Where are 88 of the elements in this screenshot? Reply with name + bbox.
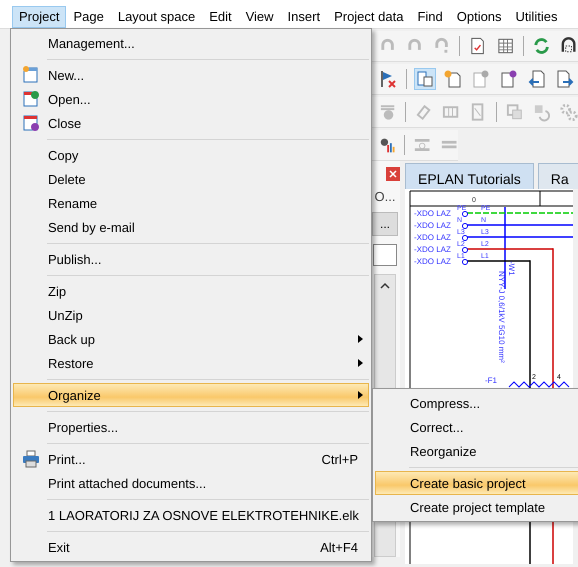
menu-item[interactable]: UnZip bbox=[13, 303, 369, 327]
terminal-label: -XDO LAZ bbox=[414, 221, 451, 230]
menu-item[interactable]: Print attached documents... bbox=[13, 471, 369, 495]
menu-item-label: Publish... bbox=[48, 252, 102, 266]
terminal-label: -XDO LAZ bbox=[414, 257, 451, 266]
menu-bar-item[interactable]: Layout space bbox=[110, 6, 202, 28]
menu-bar-item[interactable]: Page bbox=[66, 6, 111, 28]
menu-bar-item[interactable]: Project bbox=[12, 6, 66, 28]
shortcut-text: Ctrl+P bbox=[322, 452, 359, 466]
menu-item-label: Create project template bbox=[410, 500, 546, 514]
terminal-label: -XDO LAZ bbox=[414, 245, 451, 254]
menu-item[interactable]: Restore bbox=[13, 351, 369, 375]
panel-text: O... bbox=[374, 189, 396, 204]
menu-bar-item[interactable]: Edit bbox=[202, 6, 239, 28]
pages-icon[interactable] bbox=[415, 69, 435, 89]
menu-item-label: New... bbox=[48, 68, 86, 82]
open-page-icon[interactable] bbox=[471, 69, 491, 89]
menu-item-label: Copy bbox=[48, 148, 80, 162]
menu-item-label: Compress... bbox=[410, 396, 482, 410]
menu-item[interactable]: Copy bbox=[13, 143, 369, 167]
menu-item-label: Open... bbox=[48, 92, 92, 106]
device-label: -F1 bbox=[485, 376, 497, 385]
next-page-icon[interactable] bbox=[555, 69, 575, 89]
printer-icon bbox=[21, 449, 41, 469]
menu-item[interactable]: Properties... bbox=[13, 415, 369, 439]
input-field[interactable] bbox=[373, 244, 397, 266]
menu-item-label: Exit bbox=[48, 540, 71, 554]
menu-item[interactable]: Publish... bbox=[13, 247, 369, 271]
new-page-icon[interactable] bbox=[443, 69, 463, 89]
menu-item[interactable]: Delete bbox=[13, 167, 369, 191]
fuse-drawing bbox=[508, 381, 570, 388]
cable-name: -W1 bbox=[507, 261, 516, 276]
menu-item-label: Delete bbox=[48, 172, 87, 186]
menu-item-label: Zip bbox=[48, 284, 68, 298]
menu-item[interactable]: Open... bbox=[13, 87, 369, 111]
menu-item[interactable]: Create basic project bbox=[375, 471, 578, 495]
close-button[interactable] bbox=[386, 167, 400, 181]
menu-item-label: Create basic project bbox=[410, 476, 527, 490]
menu-item-label: Close bbox=[48, 116, 82, 130]
menu-item-label: Rename bbox=[48, 196, 98, 210]
menu-item[interactable]: Print... Ctrl+P bbox=[13, 447, 369, 471]
menu-item[interactable]: Compress... bbox=[375, 391, 578, 415]
browse-button[interactable]: ... bbox=[372, 212, 398, 236]
shortcut-text: Alt+F4 bbox=[320, 540, 359, 554]
menu-item-label: Print attached documents... bbox=[48, 476, 208, 490]
table-icon[interactable] bbox=[496, 36, 515, 56]
menu-item[interactable]: New... bbox=[13, 63, 369, 87]
menu-item-label: Properties... bbox=[48, 420, 120, 434]
cable-label: NYY-J 0,6/1kV 5G10 mm² bbox=[497, 271, 506, 363]
previous-page-icon[interactable] bbox=[527, 69, 547, 89]
terminal-label: -XDO LAZ bbox=[414, 209, 451, 218]
menu-item[interactable]: Back up bbox=[13, 327, 369, 351]
close-project-icon bbox=[21, 113, 41, 133]
menu-item[interactable]: Create project template bbox=[375, 495, 578, 519]
menu-item[interactable]: Zip bbox=[13, 279, 369, 303]
menu-bar-item[interactable]: Insert bbox=[280, 6, 328, 28]
menu-item-label: Reorganize bbox=[410, 444, 478, 458]
menu-item[interactable]: Send by e-mail bbox=[13, 215, 369, 239]
open-project-icon bbox=[21, 89, 41, 109]
menu-item-label: Correct... bbox=[410, 420, 464, 434]
menu-bar-item[interactable]: Utilities bbox=[508, 6, 564, 28]
menu-item-label: Back up bbox=[48, 332, 96, 346]
menu-item[interactable]: 1 LAORATORIJ ZA OSNOVE ELEKTROTEHNIKE.elk bbox=[13, 503, 369, 527]
menu-bar-item[interactable]: Options bbox=[450, 6, 509, 28]
refresh-icon[interactable] bbox=[532, 36, 551, 56]
menu-item-label: 1 LAORATORIJ ZA OSNOVE ELEKTROTEHNIKE.elk bbox=[48, 508, 360, 522]
menu-item-label: Management... bbox=[48, 36, 136, 50]
menu-item-label: Print... bbox=[48, 452, 87, 466]
menu-item[interactable]: Organize bbox=[13, 383, 369, 407]
copy-icon[interactable] bbox=[504, 102, 524, 122]
menu-item[interactable]: Exit Alt+F4 bbox=[13, 535, 369, 559]
menu-item-label: Restore bbox=[48, 356, 95, 370]
menu-item-label: Send by e-mail bbox=[48, 220, 136, 234]
menu-bar-item[interactable]: View bbox=[238, 6, 281, 28]
menu-item[interactable]: Management... bbox=[13, 31, 369, 55]
document-tab[interactable]: Ra bbox=[538, 163, 578, 189]
menu-item-label: UnZip bbox=[48, 308, 84, 322]
menu-item[interactable]: Rename bbox=[13, 191, 369, 215]
menu-bar-item[interactable]: Find bbox=[410, 6, 450, 28]
menu-item[interactable]: Reorganize bbox=[375, 439, 578, 463]
menu-bar-item[interactable]: Project data bbox=[327, 6, 410, 28]
terminal-label: -XDO LAZ bbox=[414, 233, 451, 242]
close-page-icon[interactable] bbox=[499, 69, 519, 89]
menu-item[interactable]: Close bbox=[13, 111, 369, 135]
menu-item[interactable]: Correct... bbox=[375, 415, 578, 439]
menu-item-label: Organize bbox=[48, 388, 102, 402]
document-tab[interactable]: EPLAN Tutorials bbox=[405, 163, 534, 189]
scroll-up-icon[interactable] bbox=[380, 281, 390, 291]
